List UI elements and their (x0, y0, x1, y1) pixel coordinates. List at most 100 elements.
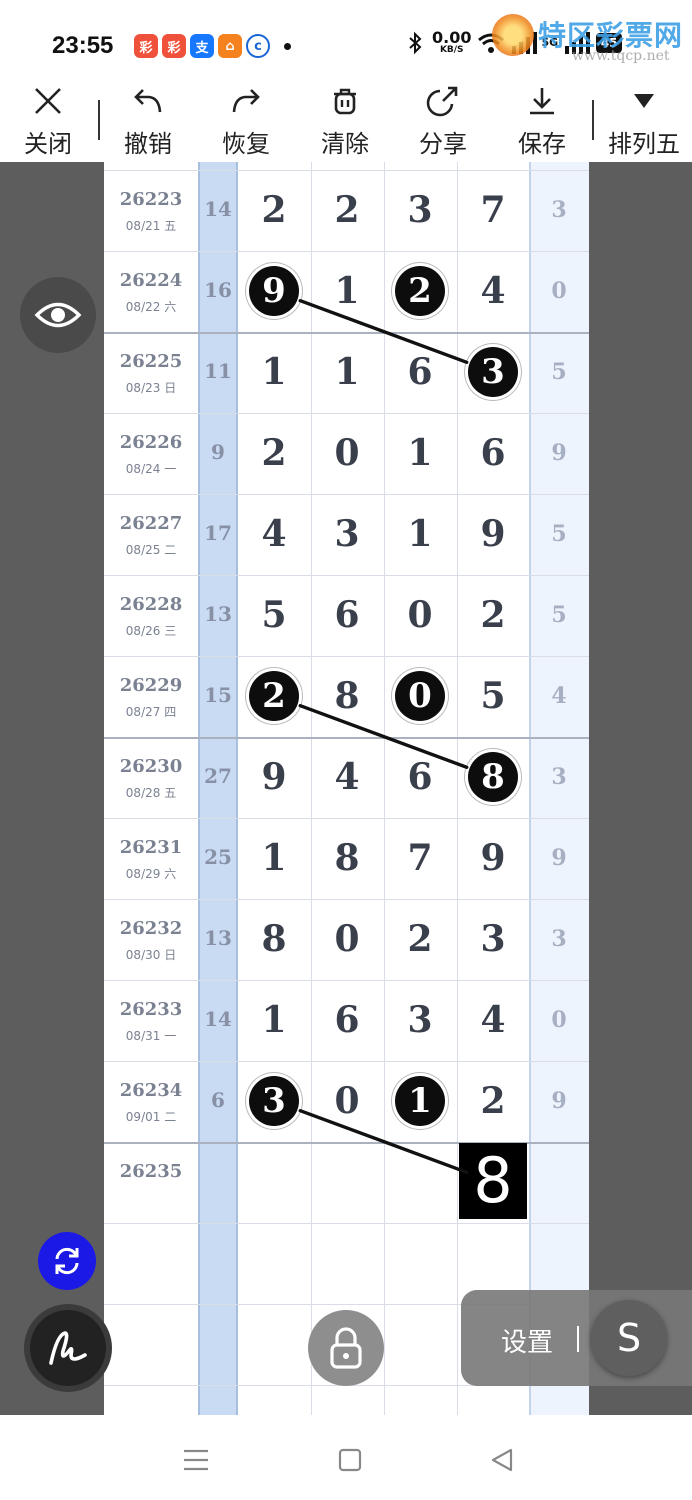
watermark-logo-icon (492, 14, 534, 56)
digit-cell: 1 (334, 351, 360, 393)
table-row[interactable]: 26228 08/26 三 13 5 6 0 2 5 (104, 576, 589, 657)
settings-button[interactable]: 设置 (501, 1322, 553, 1359)
issue-number: 26223 (119, 189, 183, 210)
close-button[interactable]: 关闭 (0, 78, 96, 162)
issue-number: 26230 (119, 756, 183, 777)
circled-digit: 3 (468, 347, 518, 397)
home-square-icon (338, 1448, 362, 1472)
recent-apps-button[interactable] (176, 1443, 216, 1477)
refresh-button[interactable] (38, 1232, 96, 1290)
signature-pen-icon (49, 1331, 87, 1365)
table-row[interactable]: 26232 08/30 日 13 8 0 2 3 3 (104, 900, 589, 981)
close-label: 关闭 (24, 130, 72, 158)
issue-number: 26227 (119, 513, 183, 534)
table-row[interactable]: 26229 08/27 四 15 2 8 0 5 4 (104, 657, 589, 738)
digit-cell: 1 (261, 999, 287, 1041)
table-row[interactable]: 26223 08/21 五 14 2 2 3 7 3 (104, 171, 589, 252)
issue-date: 08/27 四 (125, 705, 177, 719)
issue-number: 26233 (119, 999, 183, 1020)
clear-label: 清除 (321, 130, 369, 158)
circled-digit: 1 (395, 1076, 445, 1126)
digit-cell: 6 (407, 756, 433, 798)
table-row[interactable]: 26227 08/25 二 17 4 3 1 9 5 (104, 495, 589, 576)
digit-cell: 1 (334, 270, 360, 312)
span-value: 9 (551, 845, 567, 871)
sum-value: 14 (204, 197, 232, 221)
digit-cell: 7 (407, 837, 433, 879)
clear-button[interactable]: 清除 (297, 78, 393, 162)
issue-number: 26228 (119, 594, 183, 615)
trend-table[interactable]: 26223 08/21 五 14 2 2 3 7 3 26224 08/22 六 16 9 1 2 4 0 26… (104, 162, 589, 1415)
digit-cell: 3 (407, 999, 433, 1041)
digit-cell: 1 (261, 837, 287, 879)
circled-digit: 8 (468, 752, 518, 802)
issue-date: 08/29 六 (125, 867, 177, 881)
bluetooth-icon (409, 31, 422, 54)
redo-button[interactable]: 恢复 (198, 78, 294, 162)
issue-number: 26235 (119, 1161, 183, 1182)
digit-cell: 2 (407, 918, 433, 960)
digit-cell: 8 (261, 918, 287, 960)
save-label: 保存 (518, 130, 566, 158)
eye-icon (34, 302, 82, 328)
digit-cell: 2 (261, 432, 287, 474)
circled-digit: 2 (249, 671, 299, 721)
issue-date: 08/25 二 (125, 543, 177, 557)
table-row[interactable]: 26234 09/01 二 63012 9 (104, 1062, 589, 1143)
home-button[interactable] (330, 1443, 370, 1477)
visibility-toggle-button[interactable] (20, 277, 96, 353)
span-value: 3 (551, 926, 567, 952)
digit-cell: 0 (334, 432, 360, 474)
digit-cell: 1 (407, 513, 433, 555)
watermark-url: www.tqcp.net (572, 48, 670, 64)
digit-cell: 0 (334, 918, 360, 960)
pen-tool-button[interactable] (30, 1310, 106, 1386)
notification-icons: 彩 彩 支 ⌂ c (134, 34, 291, 58)
digit-cell: 8 (334, 837, 360, 879)
digit-cell: 2 (480, 1080, 506, 1122)
trash-icon (334, 88, 356, 115)
digit-cell: 9 (261, 756, 287, 798)
chart-workspace[interactable]: 26223 08/21 五 14 2 2 3 7 3 26224 08/22 六 16 9 1 2 4 0 26… (0, 162, 692, 1415)
digit-cell: 7 (480, 189, 506, 231)
issue-number: 26232 (119, 918, 183, 939)
issue-date: 08/30 日 (125, 948, 177, 962)
issue-date: 08/24 一 (125, 462, 177, 476)
status-time: 23:55 (52, 32, 114, 59)
span-value: 4 (551, 683, 567, 709)
redo-label: 恢复 (222, 130, 270, 158)
watermark: 特区彩票网 www.tqcp.net (486, 8, 692, 72)
lock-button[interactable] (308, 1310, 384, 1386)
digit-cell: 4 (334, 756, 360, 798)
table-row[interactable]: 26224 08/22 六 16 9 1 2 4 0 (104, 252, 589, 333)
table-row[interactable]: 26226 08/24 一 9 2 0 1 6 9 (104, 414, 589, 495)
issue-number: 26229 (119, 675, 183, 696)
status-bar: 23:55 彩 彩 支 ⌂ c 0.00 KB/S 5G 45 特区彩票网 ww… (0, 0, 692, 80)
lock-icon (330, 1327, 362, 1369)
issue-date: 08/28 五 (125, 786, 177, 800)
more-notifications-dot (284, 42, 291, 50)
close-icon (35, 88, 61, 114)
share-button[interactable]: 分享 (395, 78, 491, 162)
s-button[interactable]: S (591, 1300, 667, 1376)
system-nav-bar (0, 1415, 692, 1500)
issue-date: 08/31 一 (125, 1029, 177, 1043)
table-row[interactable]: 26231 08/29 六 25 1 8 7 9 9 (104, 819, 589, 900)
circled-digit: 3 (249, 1076, 299, 1126)
undo-button[interactable]: 撤销 (100, 78, 196, 162)
sum-value: 16 (204, 278, 232, 302)
issue-number: 26226 (119, 432, 183, 453)
digit-cell: 5 (480, 675, 506, 717)
home-app-icon: ⌂ (218, 34, 242, 58)
sum-value: 27 (204, 764, 232, 788)
back-button[interactable] (482, 1443, 522, 1477)
save-button[interactable]: 保存 (494, 78, 590, 162)
table-row[interactable]: 26230 08/28 五 27 9 4 6 8 3 (104, 738, 589, 819)
table-row[interactable]: 26225 08/23 日 11 1 1 6 3 5 (104, 333, 589, 414)
span-value: 3 (551, 197, 567, 223)
drawn-prediction-digit: 8 (459, 1143, 527, 1219)
table-row[interactable]: 26233 08/31 一 14 1 6 3 4 0 (104, 981, 589, 1062)
issue-date: 09/01 二 (125, 1110, 177, 1124)
game-select-button[interactable]: 排列五 (596, 78, 692, 162)
span-value: 0 (551, 1007, 567, 1033)
